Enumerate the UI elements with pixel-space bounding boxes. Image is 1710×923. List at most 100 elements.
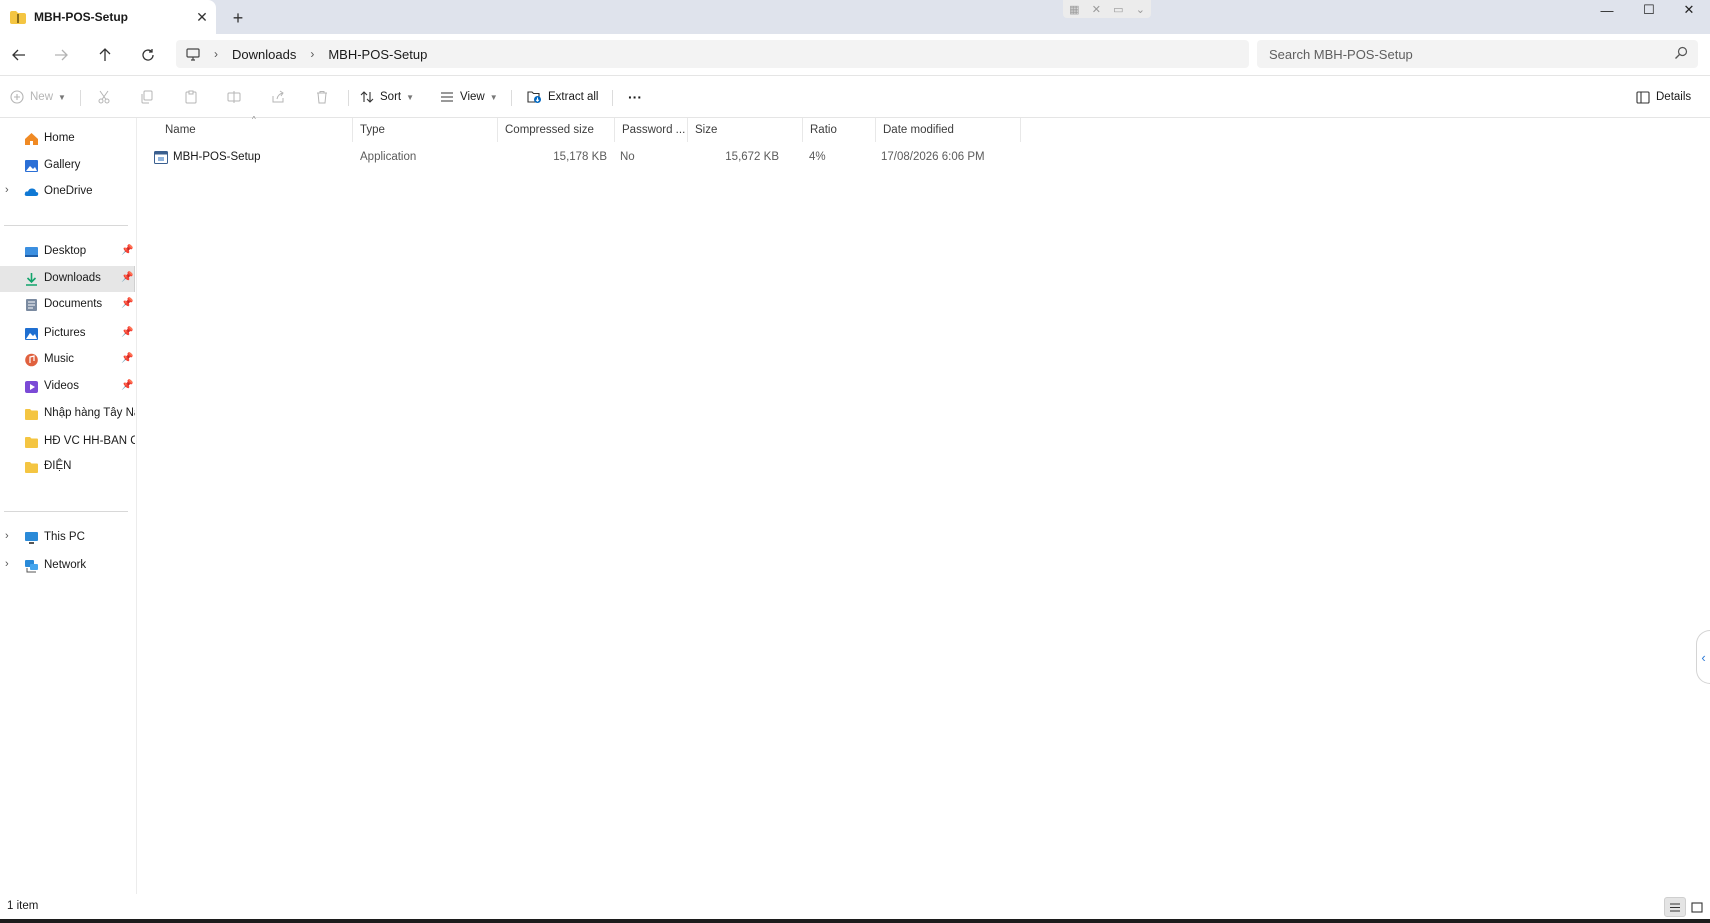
- pc-icon: [25, 532, 38, 544]
- sidebar-item-label: This PC: [44, 531, 85, 543]
- sort-button[interactable]: Sort ▼: [360, 85, 414, 109]
- grid-icon: ▦: [1069, 3, 1080, 16]
- sidebar-item-onedrive[interactable]: › OneDrive: [0, 179, 135, 205]
- chevron-down-icon: ▼: [489, 92, 498, 102]
- share-icon: [272, 90, 284, 103]
- copy-button[interactable]: [140, 85, 160, 109]
- sidebar-item-network[interactable]: › Network: [0, 553, 135, 579]
- network-icon: [25, 560, 38, 573]
- details-button[interactable]: Details: [1636, 85, 1691, 109]
- sidebar-item-dien[interactable]: ĐIỆN: [0, 454, 135, 480]
- forward-button[interactable]: [48, 42, 74, 68]
- arrow-up-icon: [99, 48, 111, 61]
- more-options-button[interactable]: ···: [628, 85, 642, 109]
- breadcrumb[interactable]: › Downloads › MBH-POS-Setup: [176, 40, 1249, 68]
- maximize-button[interactable]: ☐: [1628, 0, 1670, 20]
- chevron-down-icon: ▼: [406, 92, 415, 102]
- pin-icon[interactable]: 📌: [121, 380, 133, 391]
- chevron-right-icon[interactable]: ›: [5, 558, 9, 570]
- column-header-name[interactable]: Name: [159, 118, 353, 142]
- chevron-right-icon[interactable]: ›: [5, 530, 9, 542]
- pin-icon[interactable]: 📌: [121, 298, 133, 309]
- details-view-toggle[interactable]: [1664, 897, 1686, 917]
- chevron-right-icon[interactable]: ›: [5, 184, 9, 196]
- sidebar-item-pictures[interactable]: Pictures 📌: [0, 321, 135, 347]
- delete-button[interactable]: [315, 85, 335, 109]
- refresh-button[interactable]: [135, 42, 161, 68]
- pin-icon[interactable]: 📌: [121, 353, 133, 364]
- side-panel-tab[interactable]: ‹: [1696, 630, 1710, 684]
- back-button[interactable]: [6, 42, 32, 68]
- plus-circle-icon: [10, 90, 24, 104]
- sort-label: Sort: [380, 91, 402, 103]
- extract-icon: [527, 91, 541, 103]
- breadcrumb-separator[interactable]: ›: [214, 47, 218, 61]
- sidebar-item-downloads[interactable]: Downloads 📌: [0, 266, 135, 292]
- tab-close-icon[interactable]: ✕: [188, 3, 216, 31]
- sidebar-item-label: Desktop: [44, 245, 87, 257]
- breadcrumb-downloads[interactable]: Downloads: [232, 47, 296, 62]
- column-header-size[interactable]: Size: [689, 118, 803, 142]
- address-bar: › Downloads › MBH-POS-Setup Search MBH-P…: [0, 34, 1710, 76]
- extract-all-button[interactable]: Extract all: [527, 85, 599, 109]
- table-row[interactable]: MBH-POS-Setup Application 15,178 KB No 1…: [152, 146, 1022, 170]
- sidebar-item-label: Nhập hàng Tây Nam: [44, 407, 135, 419]
- item-count: 1 item: [7, 900, 39, 912]
- sidebar-item-nhap-hang[interactable]: Nhập hàng Tây Nam: [0, 401, 135, 427]
- tab-mbh-pos-setup[interactable]: MBH-POS-Setup ✕: [0, 0, 216, 34]
- monitor-icon[interactable]: [186, 47, 200, 61]
- column-header-password[interactable]: Password ...: [616, 118, 688, 142]
- copy-icon: [141, 90, 153, 104]
- file-type: Application: [360, 151, 417, 163]
- sidebar-item-music[interactable]: Music 📌: [0, 347, 135, 373]
- sidebar-item-home[interactable]: Home: [0, 126, 135, 152]
- breadcrumb-mbh-pos-setup[interactable]: MBH-POS-Setup: [328, 47, 427, 62]
- snap-layout-widget[interactable]: ▦ ✕ ▭ ⌄: [1063, 0, 1151, 18]
- sidebar-item-label: Music: [44, 353, 75, 365]
- cut-button[interactable]: [97, 85, 117, 109]
- rename-icon: [227, 91, 241, 103]
- pin-icon[interactable]: 📌: [121, 327, 133, 338]
- view-button[interactable]: View ▼: [440, 85, 498, 109]
- sidebar-item-gallery[interactable]: Gallery: [0, 153, 135, 179]
- sidebar-item-label: Downloads: [44, 272, 101, 284]
- search-icon: [1675, 46, 1688, 59]
- pin-icon[interactable]: 📌: [121, 245, 133, 256]
- refresh-icon: [142, 49, 154, 61]
- close-window-button[interactable]: ✕: [1668, 0, 1710, 20]
- tiles-view-toggle[interactable]: [1686, 897, 1708, 917]
- sidebar-item-hd-vc[interactable]: HĐ VC HH-BAN CHẤT: [0, 429, 135, 455]
- pin-icon[interactable]: 📌: [121, 272, 133, 283]
- file-list: ^ Name Type Compressed size Password ...…: [138, 115, 1710, 894]
- minimize-button[interactable]: —: [1586, 0, 1628, 20]
- new-button[interactable]: New ▼: [10, 85, 66, 109]
- up-button[interactable]: [92, 42, 118, 68]
- rename-button[interactable]: [227, 85, 247, 109]
- application-icon: [154, 151, 168, 164]
- column-header-type[interactable]: Type: [354, 118, 498, 142]
- gallery-icon: [25, 160, 38, 172]
- zip-folder-icon: [10, 10, 26, 24]
- new-label: New: [30, 91, 54, 103]
- folder-icon: [25, 437, 38, 448]
- paste-button[interactable]: [184, 85, 204, 109]
- sort-icon: [360, 91, 374, 103]
- desktop-icon: [25, 247, 38, 257]
- file-name: MBH-POS-Setup: [173, 151, 261, 163]
- search-input[interactable]: Search MBH-POS-Setup: [1257, 40, 1698, 68]
- status-bar: 1 item: [0, 894, 1710, 919]
- documents-icon: [26, 299, 37, 311]
- tab-title: MBH-POS-Setup: [34, 10, 128, 24]
- column-header-date-modified[interactable]: Date modified: [877, 118, 1021, 142]
- sidebar-item-videos[interactable]: Videos 📌: [0, 374, 135, 400]
- new-tab-button[interactable]: +: [226, 6, 250, 30]
- share-button[interactable]: [271, 85, 291, 109]
- sidebar-divider: [4, 511, 128, 512]
- column-header-compressed-size[interactable]: Compressed size: [499, 118, 615, 142]
- breadcrumb-separator[interactable]: ›: [310, 47, 314, 61]
- chevron-down-icon: ▼: [58, 92, 66, 102]
- sidebar-item-desktop[interactable]: Desktop 📌: [0, 239, 135, 265]
- column-header-ratio[interactable]: Ratio: [804, 118, 876, 142]
- sidebar-item-this-pc[interactable]: › This PC: [0, 525, 135, 551]
- sidebar-item-documents[interactable]: Documents 📌: [0, 292, 135, 318]
